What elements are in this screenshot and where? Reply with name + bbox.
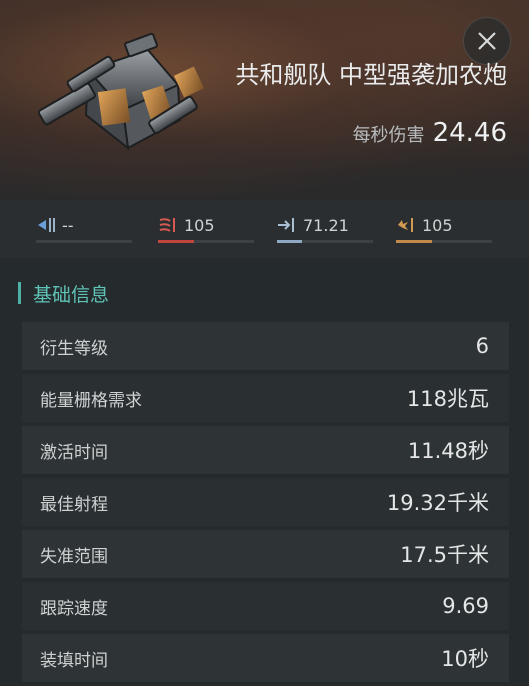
attribute-value: 19.32千米 bbox=[386, 491, 489, 515]
damage-explosive-fill bbox=[396, 240, 432, 243]
attribute-row-activation-time: 激活时间 11.48秒 bbox=[22, 426, 509, 474]
attribute-label: 装填时间 bbox=[40, 650, 108, 671]
attribute-label: 最佳射程 bbox=[40, 494, 108, 515]
attribute-value: 11.48秒 bbox=[407, 439, 489, 463]
dps-row: 每秒伤害 24.46 bbox=[353, 118, 507, 148]
damage-kinetic: 71.21 bbox=[277, 214, 373, 244]
attribute-value: 9.69 bbox=[442, 594, 489, 618]
damage-explosive: 105 bbox=[396, 214, 492, 244]
damage-thermal-value: 105 bbox=[184, 216, 215, 235]
em-damage-icon bbox=[38, 218, 55, 232]
damage-thermal-fill bbox=[158, 240, 194, 243]
attribute-row-reload-time: 装填时间 10秒 bbox=[22, 634, 509, 682]
damage-explosive-track bbox=[396, 240, 492, 243]
attribute-row-powergrid: 能量栅格需求 118兆瓦 bbox=[22, 374, 509, 422]
damage-em-value: -- bbox=[62, 216, 74, 235]
attribute-row-tracking-speed: 跟踪速度 9.69 bbox=[22, 582, 509, 630]
attribute-list: 衍生等级 6 能量栅格需求 118兆瓦 激活时间 11.48秒 最佳射程 19.… bbox=[22, 322, 509, 686]
damage-explosive-value: 105 bbox=[422, 216, 453, 235]
attribute-row-optimal-range: 最佳射程 19.32千米 bbox=[22, 478, 509, 526]
attribute-row-meta-level: 衍生等级 6 bbox=[22, 322, 509, 370]
attribute-value: 17.5千米 bbox=[400, 543, 489, 567]
attribute-row-falloff: 失准范围 17.5千米 bbox=[22, 530, 509, 578]
attribute-label: 跟踪速度 bbox=[40, 598, 108, 619]
damage-thermal-track bbox=[158, 240, 254, 243]
section-title: 基础信息 bbox=[33, 283, 110, 306]
attribute-value: 10秒 bbox=[441, 647, 489, 671]
close-icon bbox=[478, 32, 496, 50]
dps-label: 每秒伤害 bbox=[352, 125, 425, 146]
damage-em-track bbox=[36, 240, 132, 243]
attribute-label: 能量栅格需求 bbox=[40, 390, 142, 411]
damage-em: -- bbox=[36, 214, 132, 244]
attribute-label: 激活时间 bbox=[40, 442, 108, 463]
attribute-value: 118兆瓦 bbox=[406, 387, 489, 411]
kinetic-damage-icon bbox=[278, 218, 294, 232]
damage-thermal: 105 bbox=[158, 214, 254, 244]
attribute-label: 衍生等级 bbox=[40, 338, 108, 359]
section-accent bbox=[18, 282, 21, 304]
thermal-damage-icon bbox=[159, 218, 175, 232]
section-header-basic-info: 基础信息 bbox=[18, 278, 109, 308]
close-button[interactable] bbox=[463, 17, 511, 65]
dps-value: 24.46 bbox=[432, 118, 507, 148]
item-title: 共和舰队 中型强袭加农炮 bbox=[235, 61, 507, 89]
explosive-damage-icon bbox=[398, 218, 413, 232]
damage-kinetic-value: 71.21 bbox=[303, 216, 349, 235]
damage-kinetic-fill bbox=[277, 240, 302, 243]
damage-kinetic-track bbox=[277, 240, 373, 243]
attribute-value: 6 bbox=[475, 334, 489, 358]
weapon-image bbox=[37, 32, 205, 151]
attribute-label: 失准范围 bbox=[40, 546, 108, 567]
